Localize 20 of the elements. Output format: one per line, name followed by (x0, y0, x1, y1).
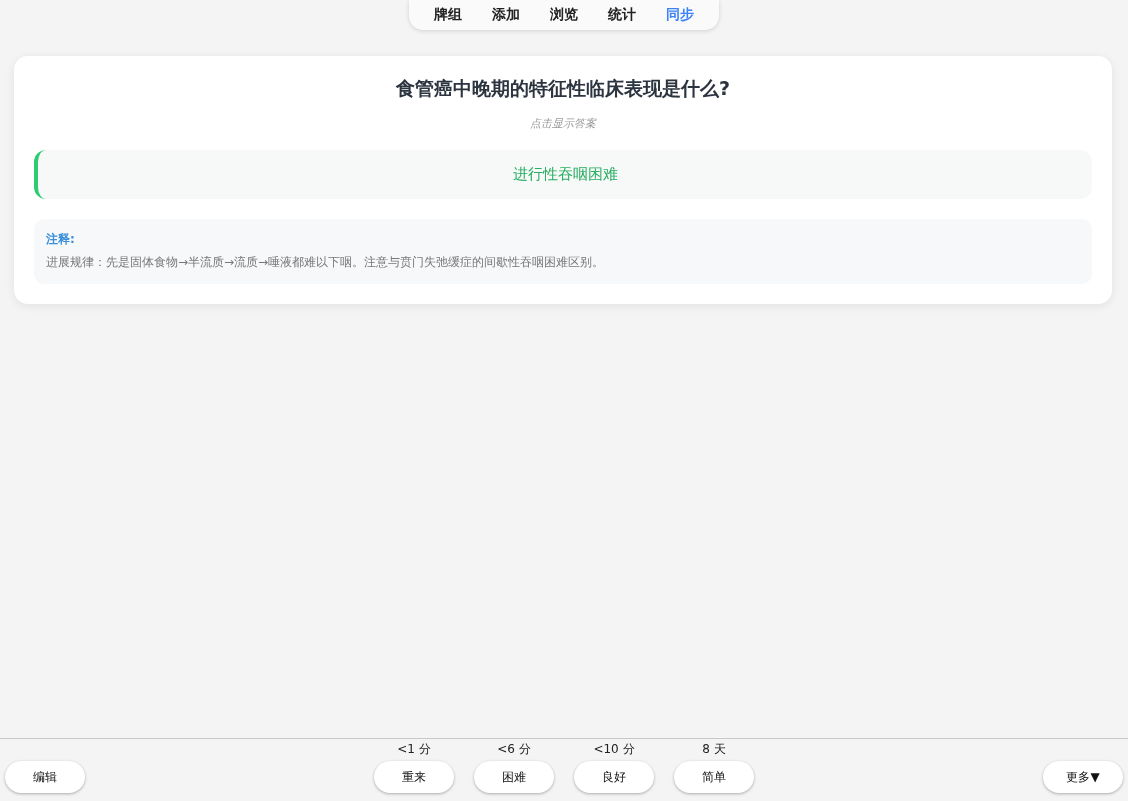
answer-box: 进行性吞咽困难 (34, 150, 1092, 199)
question-text: 食管癌中晚期的特征性临床表现是什么? (395, 76, 731, 101)
nav-tab[interactable]: 统计 (593, 0, 651, 30)
interval-label: <10 分 (593, 741, 635, 758)
answer-button[interactable]: 良好 (574, 761, 654, 793)
edit-button[interactable]: 编辑 (5, 761, 85, 793)
nav-tab[interactable]: 添加 (477, 0, 535, 30)
interval-label: <6 分 (497, 741, 531, 758)
answer-button[interactable]: 简单 (674, 761, 754, 793)
note-title: 注释: (46, 231, 76, 248)
nav-tab[interactable]: 同步 (651, 0, 709, 30)
nav-tab[interactable]: 浏览 (535, 0, 593, 30)
answer-button[interactable]: 重来 (374, 761, 454, 793)
interval-label: 8 天 (702, 741, 726, 758)
more-button[interactable]: 更多▼ (1043, 761, 1123, 793)
note-text: 进展规律：先是固体食物→半流质→流质→唾液都难以下咽。注意与贲门失弛缓症的间歇性吞咽困难区别。 (46, 254, 606, 271)
interval-label: <1 分 (397, 741, 431, 758)
answer-button[interactable]: 困难 (474, 761, 554, 793)
hint-text: 点击显示答案 (529, 116, 598, 131)
nav-tab[interactable]: 牌组 (419, 0, 477, 30)
